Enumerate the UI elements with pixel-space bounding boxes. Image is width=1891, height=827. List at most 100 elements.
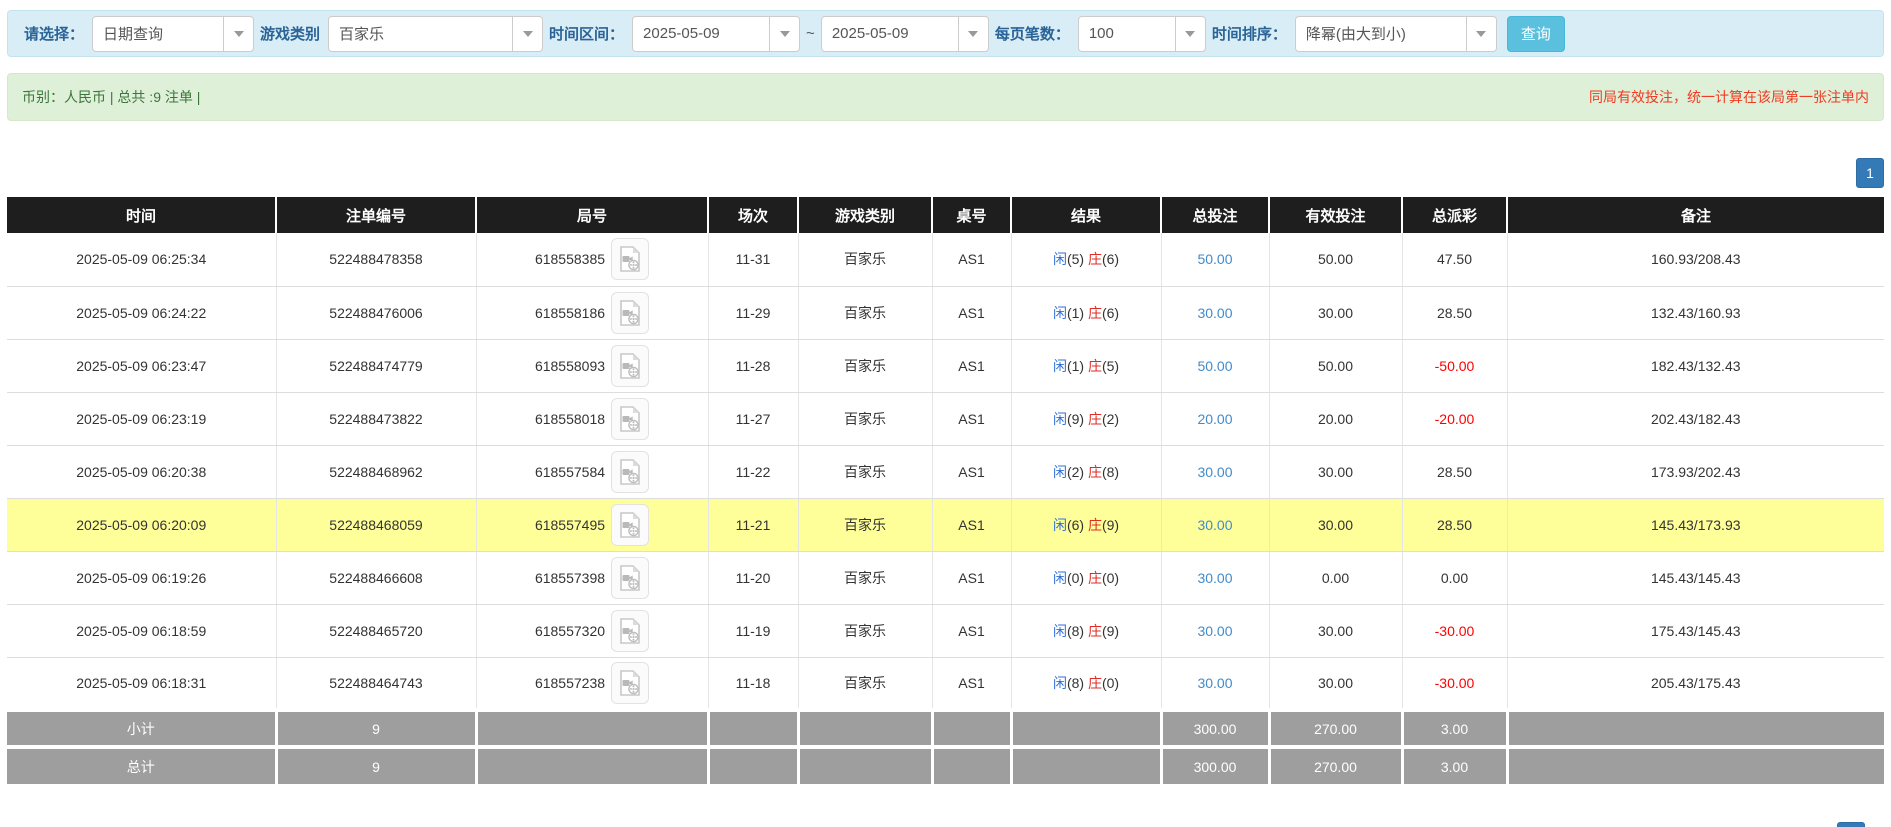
video-replay-button[interactable] (611, 345, 649, 387)
cell-game-type: 百家乐 (798, 604, 932, 657)
date-from-value: 2025-05-09 (633, 17, 769, 51)
cell-valid-bet: 30.00 (1269, 286, 1402, 339)
cell-total-bet: 30.00 (1161, 445, 1269, 498)
betting-records-page: 请选择： 日期查询 游戏类别 百家乐 时间区间： 2025-05-09 ~ 20… (0, 10, 1891, 827)
round-id-text: 618557398 (535, 570, 605, 586)
video-replay-button[interactable] (611, 398, 649, 440)
cell-result: 闲(6) 庄(9) (1011, 498, 1161, 551)
round-id-text: 618557320 (535, 623, 605, 639)
col-header-time: 时间 (7, 197, 276, 233)
page-size-label: 每页笔数： (995, 23, 1070, 44)
subtotal-row-count: 9 (276, 710, 476, 747)
round-id-text: 618558385 (535, 251, 605, 267)
chevron-down-icon (769, 17, 799, 51)
cell-game-type: 百家乐 (798, 498, 932, 551)
time-sort-select[interactable]: 降幂(由大到小) (1295, 16, 1497, 52)
cell-remark: 132.43/160.93 (1507, 286, 1884, 339)
subtotal-row-valid-bet: 270.00 (1269, 710, 1402, 747)
total-bet-link[interactable]: 30.00 (1197, 623, 1232, 639)
cell-remark: 205.43/175.43 (1507, 657, 1884, 710)
cell-time: 2025-05-09 06:20:38 (7, 445, 276, 498)
cell-session: 11-22 (708, 445, 798, 498)
cell-bet-id: 522488476006 (276, 286, 476, 339)
search-button[interactable]: 查询 (1507, 16, 1565, 52)
cell-result: 闲(5) 庄(6) (1011, 233, 1161, 286)
round-id-text: 618558018 (535, 411, 605, 427)
total-bet-link[interactable]: 20.00 (1197, 411, 1232, 427)
banker-score: (5) (1102, 358, 1119, 374)
cell-round-id: 618558186 (476, 286, 708, 339)
total-bet-link[interactable]: 30.00 (1197, 675, 1232, 691)
total-bet-link[interactable]: 30.00 (1197, 464, 1232, 480)
cell-round-id: 618557320 (476, 604, 708, 657)
total-bet-link[interactable]: 30.00 (1197, 570, 1232, 586)
video-replay-button[interactable] (611, 292, 649, 334)
cell-total-bet: 30.00 (1161, 498, 1269, 551)
page-1-button[interactable]: 1 (1837, 822, 1865, 827)
player-score: (0) (1067, 570, 1088, 586)
cell-round-id: 618557584 (476, 445, 708, 498)
video-replay-icon (619, 406, 641, 432)
video-replay-icon (619, 459, 641, 485)
col-header-remark: 备注 (1507, 197, 1884, 233)
video-replay-button[interactable] (611, 662, 649, 704)
video-replay-icon (619, 670, 641, 696)
cell-session: 11-28 (708, 339, 798, 392)
page-1-button[interactable]: 1 (1856, 158, 1884, 188)
total-row: 总计9300.00270.003.00 (7, 747, 1884, 784)
cell-result: 闲(0) 庄(0) (1011, 551, 1161, 604)
table-row: 2025-05-09 06:20:09522488468059618557495… (7, 498, 1884, 551)
date-to-select[interactable]: 2025-05-09 (821, 16, 989, 52)
video-replay-icon (619, 618, 641, 644)
total-row-total-bet: 300.00 (1161, 747, 1269, 784)
date-from-select[interactable]: 2025-05-09 (632, 16, 800, 52)
cell-session: 11-27 (708, 392, 798, 445)
total-bet-link[interactable]: 50.00 (1197, 251, 1232, 267)
query-type-label: 请选择： (24, 23, 84, 44)
subtotal-row-total-bet: 300.00 (1161, 710, 1269, 747)
cell-session: 11-31 (708, 233, 798, 286)
video-replay-button[interactable] (611, 557, 649, 599)
total-bet-link[interactable]: 30.00 (1197, 305, 1232, 321)
cell-bet-id: 522488478358 (276, 233, 476, 286)
cell-valid-bet: 30.00 (1269, 604, 1402, 657)
query-type-value: 日期查询 (93, 17, 223, 51)
video-replay-button[interactable] (611, 504, 649, 546)
col-header-payout: 总派彩 (1402, 197, 1507, 233)
cell-payout: -20.00 (1402, 392, 1507, 445)
cell-game-type: 百家乐 (798, 286, 932, 339)
col-header-round_id: 局号 (476, 197, 708, 233)
cell-game-type: 百家乐 (798, 392, 932, 445)
player-label: 闲 (1053, 517, 1067, 533)
banker-label: 庄 (1088, 358, 1102, 374)
cell-session: 11-29 (708, 286, 798, 339)
total-bet-link[interactable]: 30.00 (1197, 517, 1232, 533)
player-label: 闲 (1053, 570, 1067, 586)
cell-round-id: 618558385 (476, 233, 708, 286)
cell-valid-bet: 30.00 (1269, 498, 1402, 551)
cell-payout: 47.50 (1402, 233, 1507, 286)
cell-game-type: 百家乐 (798, 657, 932, 710)
subtotal-row-payout: 3.00 (1402, 710, 1507, 747)
cell-result: 闲(8) 庄(9) (1011, 604, 1161, 657)
player-score: (6) (1067, 517, 1088, 533)
banker-score: (2) (1102, 411, 1119, 427)
game-type-select[interactable]: 百家乐 (328, 16, 543, 52)
video-replay-button[interactable] (611, 610, 649, 652)
cell-table-no: AS1 (932, 445, 1011, 498)
notice-text: 同局有效投注，统一计算在该局第一张注单内 (1589, 87, 1869, 107)
page-size-select[interactable]: 100 (1078, 16, 1206, 52)
total-bet-link[interactable]: 50.00 (1197, 358, 1232, 374)
cell-bet-id: 522488468962 (276, 445, 476, 498)
banker-score: (8) (1102, 464, 1119, 480)
video-replay-button[interactable] (611, 451, 649, 493)
cell-remark: 145.43/145.43 (1507, 551, 1884, 604)
cell-total-bet: 30.00 (1161, 286, 1269, 339)
video-replay-button[interactable] (611, 238, 649, 280)
player-score: (8) (1067, 623, 1088, 639)
banker-score: (0) (1102, 675, 1119, 691)
cell-time: 2025-05-09 06:20:09 (7, 498, 276, 551)
banker-label: 庄 (1088, 623, 1102, 639)
query-type-select[interactable]: 日期查询 (92, 16, 254, 52)
cell-total-bet: 30.00 (1161, 604, 1269, 657)
